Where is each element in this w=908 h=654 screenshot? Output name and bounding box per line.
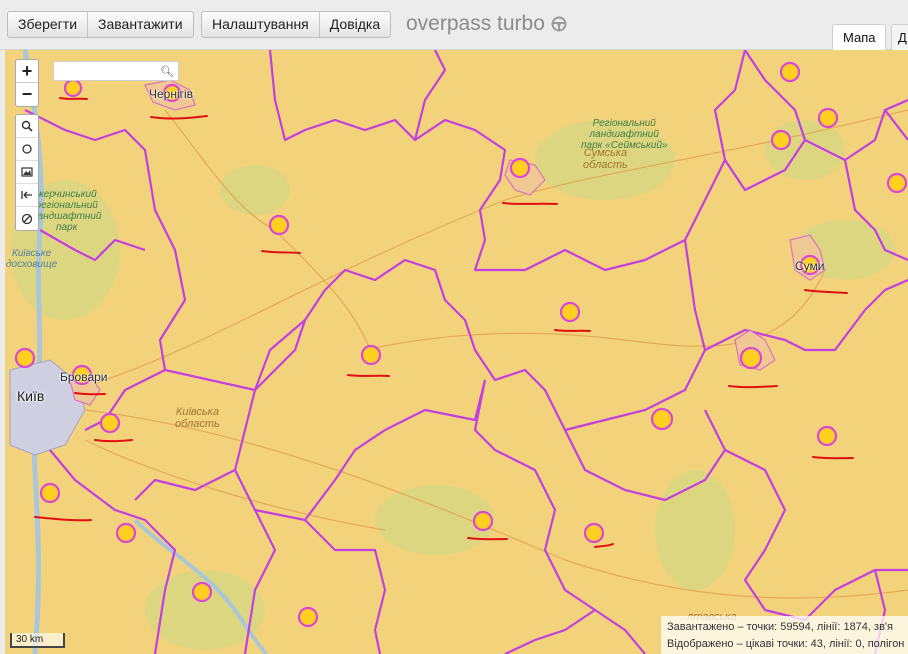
help-button[interactable]: Довідка bbox=[320, 12, 390, 37]
map-view[interactable]: Чернігів Бровари Київ Суми Київська обла… bbox=[5, 50, 908, 654]
map-canvas bbox=[5, 50, 908, 654]
tab-map[interactable]: Мапа bbox=[832, 24, 887, 50]
top-toolbar: Зберегти Завантажити Налаштування Довідк… bbox=[0, 0, 908, 50]
settings-button-group: Налаштування Довідка bbox=[201, 11, 392, 38]
park-label-seim: Регіональний ландшафтний парк «Сеймський… bbox=[581, 118, 668, 151]
file-button-group: Зберегти Завантажити bbox=[7, 11, 194, 38]
save-button[interactable]: Зберегти bbox=[8, 12, 89, 37]
load-button[interactable]: Завантажити bbox=[88, 12, 193, 37]
stats-displayed: Відображено – цікаві точки: 43, лінії: 0… bbox=[667, 638, 905, 650]
no-entry-icon bbox=[21, 213, 33, 224]
circle-icon bbox=[22, 144, 32, 154]
city-label-chernihiv: Чернігів bbox=[149, 87, 194, 101]
park-label-west: жерчинський регіональний ландшафтний пар… bbox=[32, 189, 102, 233]
fit-bounds-button[interactable] bbox=[16, 184, 38, 207]
zoom-to-data-button[interactable] bbox=[16, 115, 38, 138]
app-title: overpass turbo bbox=[406, 12, 567, 36]
tab-data[interactable]: Д bbox=[891, 24, 908, 50]
arrows-icon bbox=[21, 191, 32, 199]
data-stats: Завантажено – точки: 59594, лінії: 1874,… bbox=[661, 616, 908, 654]
locate-button[interactable] bbox=[16, 138, 38, 161]
zoom-control: + − bbox=[15, 59, 39, 107]
search-icon: 🔍︎ bbox=[160, 66, 174, 78]
settings-button[interactable]: Налаштування bbox=[202, 12, 320, 37]
app-title-text: overpass turbo bbox=[406, 12, 545, 35]
city-label-kyiv: Київ bbox=[17, 388, 45, 404]
map-search-input[interactable]: 🔍︎ bbox=[53, 61, 179, 81]
zoom-out-button[interactable]: − bbox=[16, 83, 38, 106]
clear-button[interactable] bbox=[16, 207, 38, 230]
reservoir-label: Київське досховище bbox=[6, 248, 58, 270]
export-image-button[interactable] bbox=[16, 161, 38, 184]
zoom-in-button[interactable]: + bbox=[16, 60, 38, 83]
oblast-label-kyiv: Київська область bbox=[175, 406, 220, 430]
image-icon bbox=[21, 167, 33, 177]
city-label-brovary: Бровари bbox=[60, 370, 108, 384]
map-tools bbox=[15, 114, 39, 231]
scale-bar: 30 km bbox=[10, 633, 65, 648]
magnifier-icon bbox=[21, 120, 33, 132]
stats-loaded: Завантажено – точки: 59594, лінії: 1874,… bbox=[667, 621, 893, 633]
city-label-sumy: Суми bbox=[795, 259, 825, 273]
steering-wheel-icon bbox=[551, 16, 567, 32]
